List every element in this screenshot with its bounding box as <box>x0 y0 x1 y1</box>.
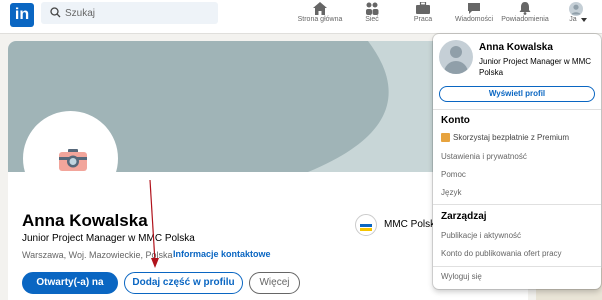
view-profile-button[interactable]: Wyświetl profil <box>439 86 595 102</box>
open-to-button[interactable]: Otwarty(-a) na <box>22 272 118 294</box>
divider <box>433 204 601 205</box>
divider <box>433 109 601 110</box>
home-icon <box>313 2 327 15</box>
dropdown-avatar <box>439 40 473 74</box>
me-dropdown-menu: Anna Kowalska Junior Project Manager w M… <box>433 34 601 289</box>
company-logo <box>355 214 377 236</box>
search-icon <box>50 7 61 18</box>
nav-home-label: Strona główna <box>297 16 343 23</box>
manage-section-header: Zarządzaj <box>441 211 487 222</box>
premium-icon <box>441 133 450 142</box>
bell-icon <box>519 2 531 15</box>
search-input[interactable] <box>65 5 215 21</box>
top-nav: in Strona główna Sieć Praca Wiadomości <box>0 0 602 34</box>
search-bar[interactable] <box>41 2 218 24</box>
nav-network[interactable]: Sieć <box>352 0 392 34</box>
help-link[interactable]: Pomoc <box>441 170 466 179</box>
nav-network-label: Sieć <box>365 16 379 23</box>
sign-out-link[interactable]: Wyloguj się <box>441 272 482 281</box>
profile-location: Warszawa, Woj. Mazowieckie, Polska · <box>22 250 179 260</box>
nav-jobs-label: Praca <box>413 16 433 23</box>
profile-name: Anna Kowalska <box>22 211 148 230</box>
nav-jobs[interactable]: Praca <box>403 0 443 34</box>
briefcase-icon <box>416 2 430 14</box>
settings-privacy-link[interactable]: Ustawienia i prywatność <box>441 152 527 161</box>
camera-icon <box>59 149 87 171</box>
profile-photo[interactable] <box>23 111 118 206</box>
try-premium-link[interactable]: Skorzystaj bezpłatnie z Premium <box>453 133 569 142</box>
dropdown-user-role: Junior Project Manager w MMC Polska <box>479 57 592 77</box>
posts-activity-link[interactable]: Publikacje i aktywność <box>441 231 521 240</box>
nav-messaging[interactable]: Wiadomości <box>451 0 497 34</box>
divider <box>433 266 601 267</box>
nav-notifications[interactable]: Powiadomienia <box>497 0 553 34</box>
profile-headline: Junior Project Manager w MMC Polska <box>22 233 195 244</box>
more-button[interactable]: Więcej <box>249 272 300 294</box>
linkedin-logo[interactable]: in <box>10 3 34 27</box>
nav-notifications-label: Powiadomienia <box>501 16 549 23</box>
messaging-icon <box>468 3 480 14</box>
nav-me[interactable]: Ja <box>560 0 592 34</box>
add-profile-section-button[interactable]: Dodaj część w profilu <box>124 272 243 294</box>
chevron-down-icon <box>581 18 587 22</box>
dropdown-user-name: Anna Kowalska <box>479 42 553 53</box>
avatar-icon <box>569 2 583 16</box>
language-link[interactable]: Język <box>441 188 461 197</box>
job-posting-account-link[interactable]: Konto do publikowania ofert pracy <box>441 249 562 258</box>
network-icon <box>366 2 379 15</box>
contact-info-link[interactable]: Informacje kontaktowe <box>173 249 271 259</box>
nav-messaging-label: Wiadomości <box>454 16 494 23</box>
account-section-header: Konto <box>441 115 470 126</box>
nav-home[interactable]: Strona główna <box>294 0 346 34</box>
